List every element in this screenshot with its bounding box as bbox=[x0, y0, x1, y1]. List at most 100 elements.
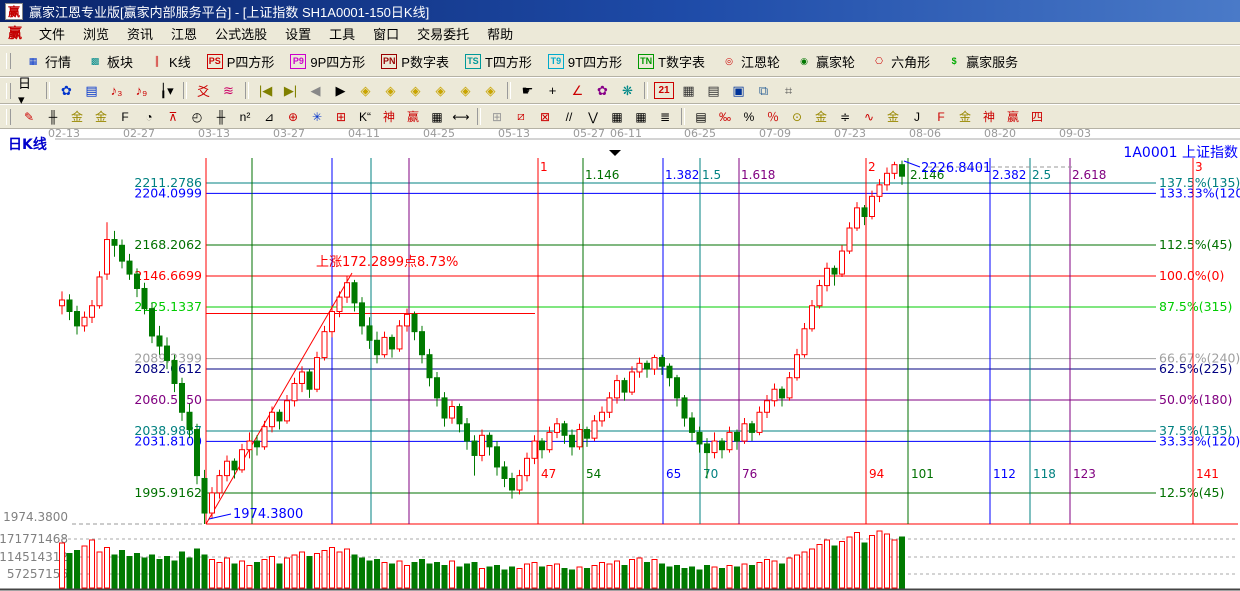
diamond-all-button[interactable]: ◈ bbox=[478, 79, 503, 102]
symbol-label[interactable]: 1A0001 上证指数 bbox=[1123, 145, 1238, 161]
menu-item-2[interactable]: 资讯 bbox=[118, 22, 162, 45]
box-gray-tool[interactable]: ⊞ bbox=[485, 106, 509, 127]
toolbar-grip[interactable] bbox=[6, 83, 11, 99]
measure-tool[interactable]: ≑ bbox=[833, 106, 857, 127]
9t-square-button[interactable]: T99T四方形 bbox=[540, 48, 630, 75]
crosshair-tool[interactable]: + bbox=[540, 79, 565, 102]
red-k-icon[interactable]: 爻 bbox=[191, 79, 216, 102]
kline-chart[interactable]: 02-1302-2703-1303-2704-1104-2505-1305-27… bbox=[0, 129, 1240, 591]
hand-tool[interactable]: ☛ bbox=[515, 79, 540, 102]
p-table-button[interactable]: PNP数字表 bbox=[373, 48, 457, 75]
grid-b-tool[interactable]: ▦ bbox=[629, 106, 653, 127]
grid-a-tool[interactable]: ▦ bbox=[605, 106, 629, 127]
toolbar-grip[interactable] bbox=[6, 53, 11, 69]
clock-tool[interactable]: ◴ bbox=[185, 106, 209, 127]
diamond-x-button[interactable]: ◈ bbox=[428, 79, 453, 102]
menu-item-3[interactable]: 江恩 bbox=[162, 22, 206, 45]
fan-box-tool[interactable]: ⊠ bbox=[533, 106, 557, 127]
prev-button[interactable]: ◀ bbox=[303, 79, 328, 102]
span-tool[interactable]: ⟷ bbox=[449, 106, 473, 127]
star-box-tool[interactable]: ⊞ bbox=[329, 106, 353, 127]
menu-item-0[interactable]: 文件 bbox=[30, 22, 74, 45]
pen-tool[interactable]: ✎ bbox=[17, 106, 41, 127]
last-bar-button[interactable]: ▶| bbox=[278, 79, 303, 102]
9p-square-button[interactable]: P99P四方形 bbox=[282, 48, 373, 75]
menu-item-7[interactable]: 窗口 bbox=[364, 22, 408, 45]
diamond-plus-button[interactable]: ◈ bbox=[453, 79, 478, 102]
diamond-left-button[interactable]: ◈ bbox=[353, 79, 378, 102]
gold-lines-tool[interactable]: 金 bbox=[809, 106, 833, 127]
diamond-h-button[interactable]: ◈ bbox=[403, 79, 428, 102]
spiral-tool[interactable]: ◔ bbox=[137, 106, 161, 127]
winner-service-button[interactable]: $赢家服务 bbox=[938, 48, 1026, 75]
period-label[interactable]: 日K线 bbox=[8, 136, 47, 153]
menu-item-8[interactable]: 交易委托 bbox=[408, 22, 478, 45]
menu-item-5[interactable]: 设置 bbox=[276, 22, 320, 45]
gann-flower-tool[interactable]: ✿ bbox=[590, 79, 615, 102]
gann-wheel-button[interactable]: ◎江恩轮 bbox=[713, 48, 788, 75]
grid123-tool[interactable]: ▦ bbox=[425, 106, 449, 127]
pct-lines-tool[interactable]: ％ bbox=[761, 106, 785, 127]
k-quote-tool[interactable]: K“ bbox=[353, 106, 377, 127]
angle-tool[interactable]: ∠ bbox=[565, 79, 590, 102]
notes-icon[interactable]: ▤ bbox=[701, 79, 726, 102]
f-lines-tool[interactable]: F bbox=[113, 106, 137, 127]
pattern-icon[interactable]: ✿ bbox=[54, 79, 79, 102]
hexagon-button[interactable]: ⎔六角形 bbox=[863, 48, 938, 75]
shen-angle-tool[interactable]: 神 bbox=[977, 106, 1001, 127]
period-dropdown[interactable]: 日 ▾ bbox=[17, 79, 42, 102]
menu-item-9[interactable]: 帮助 bbox=[478, 22, 522, 45]
distribution-icon[interactable]: ≋ bbox=[216, 79, 241, 102]
wave3-icon[interactable]: ♪₃ bbox=[104, 79, 129, 102]
shen-tool[interactable]: 神 bbox=[377, 106, 401, 127]
menu-item-6[interactable]: 工具 bbox=[320, 22, 364, 45]
red-ruler-tool[interactable]: ⊼ bbox=[161, 106, 185, 127]
wave-tool[interactable]: ∿ bbox=[857, 106, 881, 127]
menu-item-1[interactable]: 浏览 bbox=[74, 22, 118, 45]
percent-tool[interactable]: % bbox=[737, 106, 761, 127]
candle-dropdown[interactable]: ╽▾ bbox=[154, 79, 179, 102]
t-table-button[interactable]: TNT数字表 bbox=[630, 48, 713, 75]
fan-tool[interactable]: ⧄ bbox=[509, 106, 533, 127]
parallel-tool[interactable]: ≣ bbox=[653, 106, 677, 127]
slant-tool[interactable]: // bbox=[557, 106, 581, 127]
kline-button[interactable]: ║K线 bbox=[141, 48, 199, 75]
list-pct-tool[interactable]: ▤ bbox=[689, 106, 713, 127]
ying-tool[interactable]: 赢 bbox=[401, 106, 425, 127]
remote-icon[interactable]: ⌗ bbox=[776, 79, 801, 102]
angle-mark-tool[interactable]: ⊿ bbox=[257, 106, 281, 127]
gold-circle-tool[interactable]: ⊙ bbox=[785, 106, 809, 127]
calendar-icon[interactable]: 21 bbox=[654, 82, 674, 99]
gold-angle2-tool[interactable]: 金 bbox=[953, 106, 977, 127]
toolbar-grip[interactable] bbox=[6, 109, 11, 125]
t-square-button[interactable]: TST四方形 bbox=[457, 48, 540, 75]
wave9-icon[interactable]: ♪₉ bbox=[129, 79, 154, 102]
network-icon[interactable]: ⧉ bbox=[751, 79, 776, 102]
save-icon[interactable]: ▣ bbox=[726, 79, 751, 102]
winner-wheel-button[interactable]: ◉赢家轮 bbox=[788, 48, 863, 75]
p-square-button[interactable]: PSP四方形 bbox=[199, 48, 283, 75]
ying-angle-tool[interactable]: 赢 bbox=[1001, 106, 1025, 127]
next-button[interactable]: ▶ bbox=[328, 79, 353, 102]
calculator-icon[interactable]: ▦ bbox=[676, 79, 701, 102]
v-tool[interactable]: ⋁ bbox=[581, 106, 605, 127]
gold-ruler-tool[interactable]: 金 bbox=[65, 106, 89, 127]
si-angle-tool[interactable]: 四 bbox=[1025, 106, 1049, 127]
f-angle-tool[interactable]: F bbox=[929, 106, 953, 127]
gold-angle-tool[interactable]: 金 bbox=[881, 106, 905, 127]
permille-tool[interactable]: ‰ bbox=[713, 106, 737, 127]
menu-item-4[interactable]: 公式选股 bbox=[206, 22, 276, 45]
comb-tool[interactable]: ╫ bbox=[209, 106, 233, 127]
grid-lines-tool[interactable]: ╫ bbox=[41, 106, 65, 127]
star-blue-tool[interactable]: ✳ bbox=[305, 106, 329, 127]
quotes-button[interactable]: ▦行情 bbox=[17, 48, 79, 75]
diamond-right-button[interactable]: ◈ bbox=[378, 79, 403, 102]
brain-icon[interactable]: ❋ bbox=[615, 79, 640, 102]
n2-tool[interactable]: n² bbox=[233, 106, 257, 127]
first-bar-button[interactable]: |◀ bbox=[253, 79, 278, 102]
report-icon[interactable]: ▤ bbox=[79, 79, 104, 102]
gold-ruler2-tool[interactable]: 金 bbox=[89, 106, 113, 127]
sectors-button[interactable]: ▩板块 bbox=[79, 48, 141, 75]
crosshair-circle-tool[interactable]: ⊕ bbox=[281, 106, 305, 127]
j-angle-tool[interactable]: J bbox=[905, 106, 929, 127]
